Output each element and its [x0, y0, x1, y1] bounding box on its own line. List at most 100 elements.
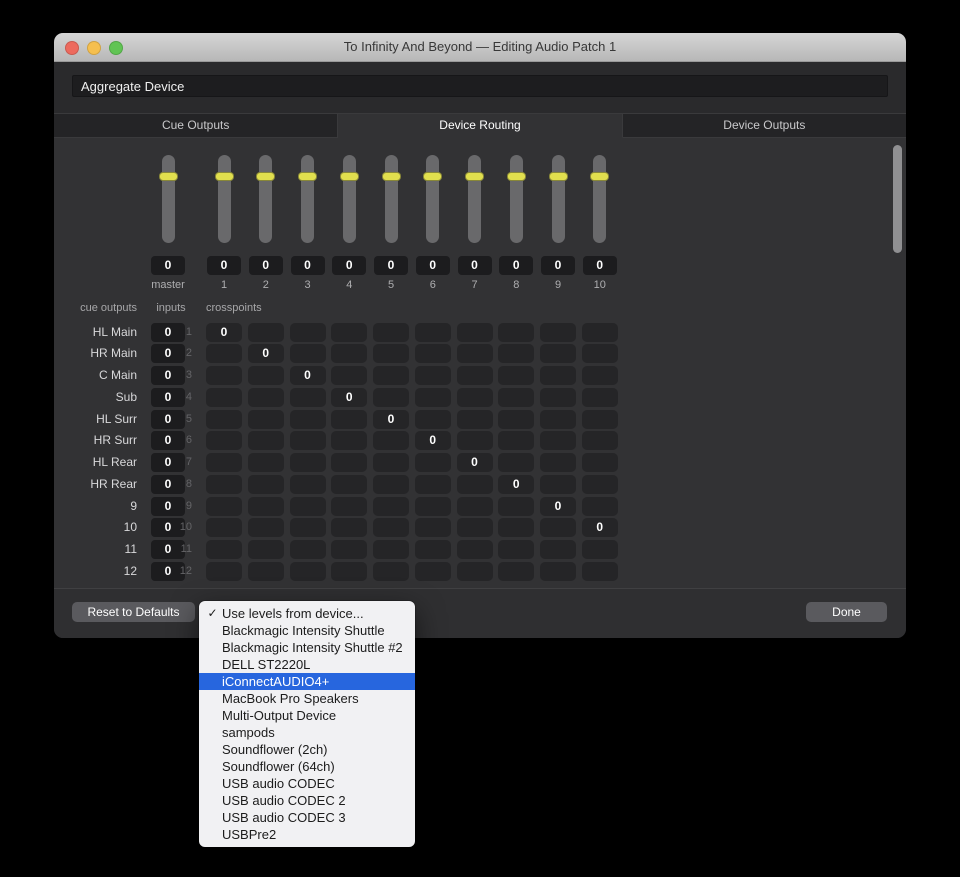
- crosspoint-cell[interactable]: [206, 344, 242, 364]
- channel-value-box[interactable]: 0: [415, 256, 450, 275]
- crosspoint-cell[interactable]: [540, 453, 576, 472]
- channel-value-box[interactable]: 0: [151, 256, 185, 275]
- slider-handle[interactable]: [548, 172, 568, 181]
- crosspoint-cell[interactable]: 0: [247, 344, 284, 364]
- crosspoint-cell[interactable]: [581, 322, 618, 342]
- crosspoint-cell[interactable]: 0: [289, 366, 326, 385]
- slider-track[interactable]: [342, 155, 356, 243]
- crosspoint-cell[interactable]: [540, 409, 576, 429]
- crosspoint-cell[interactable]: [289, 496, 326, 516]
- crosspoint-cell[interactable]: [581, 540, 618, 559]
- channel-value-box[interactable]: 0: [290, 256, 325, 275]
- crosspoint-cell[interactable]: 0: [581, 518, 618, 538]
- crosspoint-cell[interactable]: [498, 387, 535, 407]
- crosspoint-cell[interactable]: [289, 453, 326, 472]
- slider-handle[interactable]: [506, 172, 526, 181]
- crosspoint-cell[interactable]: [289, 431, 326, 451]
- crosspoint-cell[interactable]: [206, 431, 242, 451]
- tab-device-routing[interactable]: Device Routing: [338, 114, 623, 138]
- minimize-button-icon[interactable]: [87, 41, 101, 55]
- crosspoint-cell[interactable]: [247, 518, 284, 538]
- crosspoint-cell[interactable]: 0: [498, 474, 535, 494]
- slider-handle[interactable]: [256, 172, 276, 181]
- crosspoint-cell[interactable]: [373, 322, 409, 342]
- menu-item[interactable]: Soundflower (2ch): [199, 741, 415, 758]
- crosspoint-cell[interactable]: [206, 366, 242, 385]
- crosspoint-cell[interactable]: [206, 518, 242, 538]
- channel-value-box[interactable]: 0: [541, 256, 575, 275]
- crosspoint-cell[interactable]: [456, 409, 493, 429]
- scrollbar-thumb[interactable]: [893, 145, 902, 253]
- reset-defaults-button[interactable]: Reset to Defaults: [72, 602, 195, 622]
- crosspoint-cell[interactable]: [414, 387, 451, 407]
- crosspoint-cell[interactable]: [414, 409, 451, 429]
- slider-track[interactable]: [384, 155, 398, 243]
- menu-item[interactable]: iConnectAUDIO4+: [199, 673, 415, 690]
- crosspoint-cell[interactable]: [540, 322, 576, 342]
- slider-track[interactable]: [509, 155, 523, 243]
- crosspoint-cell[interactable]: [456, 322, 493, 342]
- crosspoint-cell[interactable]: [540, 518, 576, 538]
- crosspoint-cell[interactable]: [540, 561, 576, 581]
- crosspoint-cell[interactable]: [456, 518, 493, 538]
- crosspoint-cell[interactable]: [414, 540, 451, 559]
- menu-item[interactable]: Blackmagic Intensity Shuttle #2: [199, 639, 415, 656]
- crosspoint-cell[interactable]: 0: [414, 431, 451, 451]
- crosspoint-cell[interactable]: [289, 474, 326, 494]
- crosspoint-cell[interactable]: [206, 409, 242, 429]
- crosspoint-cell[interactable]: [456, 540, 493, 559]
- crosspoint-cell[interactable]: [331, 344, 368, 364]
- slider-handle[interactable]: [465, 172, 484, 181]
- crosspoint-cell[interactable]: [581, 431, 618, 451]
- crosspoint-cell[interactable]: [373, 387, 409, 407]
- crosspoint-cell[interactable]: [414, 474, 451, 494]
- slider-track[interactable]: [468, 155, 481, 243]
- crosspoint-cell[interactable]: [456, 474, 493, 494]
- crosspoint-cell[interactable]: [247, 409, 284, 429]
- crosspoint-cell[interactable]: [456, 496, 493, 516]
- crosspoint-cell[interactable]: [289, 322, 326, 342]
- crosspoint-cell[interactable]: [373, 540, 409, 559]
- slider-track[interactable]: [593, 155, 607, 243]
- slider-handle[interactable]: [158, 172, 178, 181]
- slider-track[interactable]: [301, 155, 314, 243]
- crosspoint-cell[interactable]: [247, 453, 284, 472]
- crosspoint-cell[interactable]: [247, 366, 284, 385]
- crosspoint-cell[interactable]: [540, 431, 576, 451]
- crosspoint-cell[interactable]: [540, 387, 576, 407]
- crosspoint-cell[interactable]: [289, 540, 326, 559]
- crosspoint-cell[interactable]: [331, 561, 368, 581]
- crosspoint-cell[interactable]: [498, 322, 535, 342]
- slider-track[interactable]: [551, 155, 565, 243]
- crosspoint-cell[interactable]: [206, 387, 242, 407]
- crosspoint-cell[interactable]: [414, 518, 451, 538]
- crosspoint-cell[interactable]: [331, 540, 368, 559]
- crosspoint-cell[interactable]: [498, 540, 535, 559]
- channel-value-box[interactable]: 0: [248, 256, 283, 275]
- crosspoint-cell[interactable]: [331, 518, 368, 538]
- crosspoint-cell[interactable]: [540, 474, 576, 494]
- crosspoint-cell[interactable]: 0: [206, 322, 242, 342]
- crosspoint-cell[interactable]: [414, 322, 451, 342]
- crosspoint-cell[interactable]: [247, 474, 284, 494]
- crosspoint-cell[interactable]: [456, 431, 493, 451]
- slider-handle[interactable]: [298, 172, 317, 181]
- crosspoint-cell[interactable]: [206, 540, 242, 559]
- crosspoint-cell[interactable]: [373, 453, 409, 472]
- crosspoint-cell[interactable]: [456, 561, 493, 581]
- crosspoint-cell[interactable]: [414, 453, 451, 472]
- crosspoint-cell[interactable]: [289, 387, 326, 407]
- patch-name-field[interactable]: [72, 75, 888, 97]
- slider-track[interactable]: [217, 155, 231, 243]
- slider-handle[interactable]: [590, 172, 610, 181]
- crosspoint-cell[interactable]: [498, 366, 535, 385]
- slider-handle[interactable]: [423, 172, 443, 181]
- crosspoint-cell[interactable]: [498, 431, 535, 451]
- menu-item[interactable]: USB audio CODEC 2: [199, 792, 415, 809]
- crosspoint-cell[interactable]: [206, 561, 242, 581]
- crosspoint-cell[interactable]: [373, 518, 409, 538]
- crosspoint-cell[interactable]: 0: [331, 387, 368, 407]
- crosspoint-cell[interactable]: [206, 474, 242, 494]
- crosspoint-cell[interactable]: [414, 366, 451, 385]
- crosspoint-cell[interactable]: [498, 344, 535, 364]
